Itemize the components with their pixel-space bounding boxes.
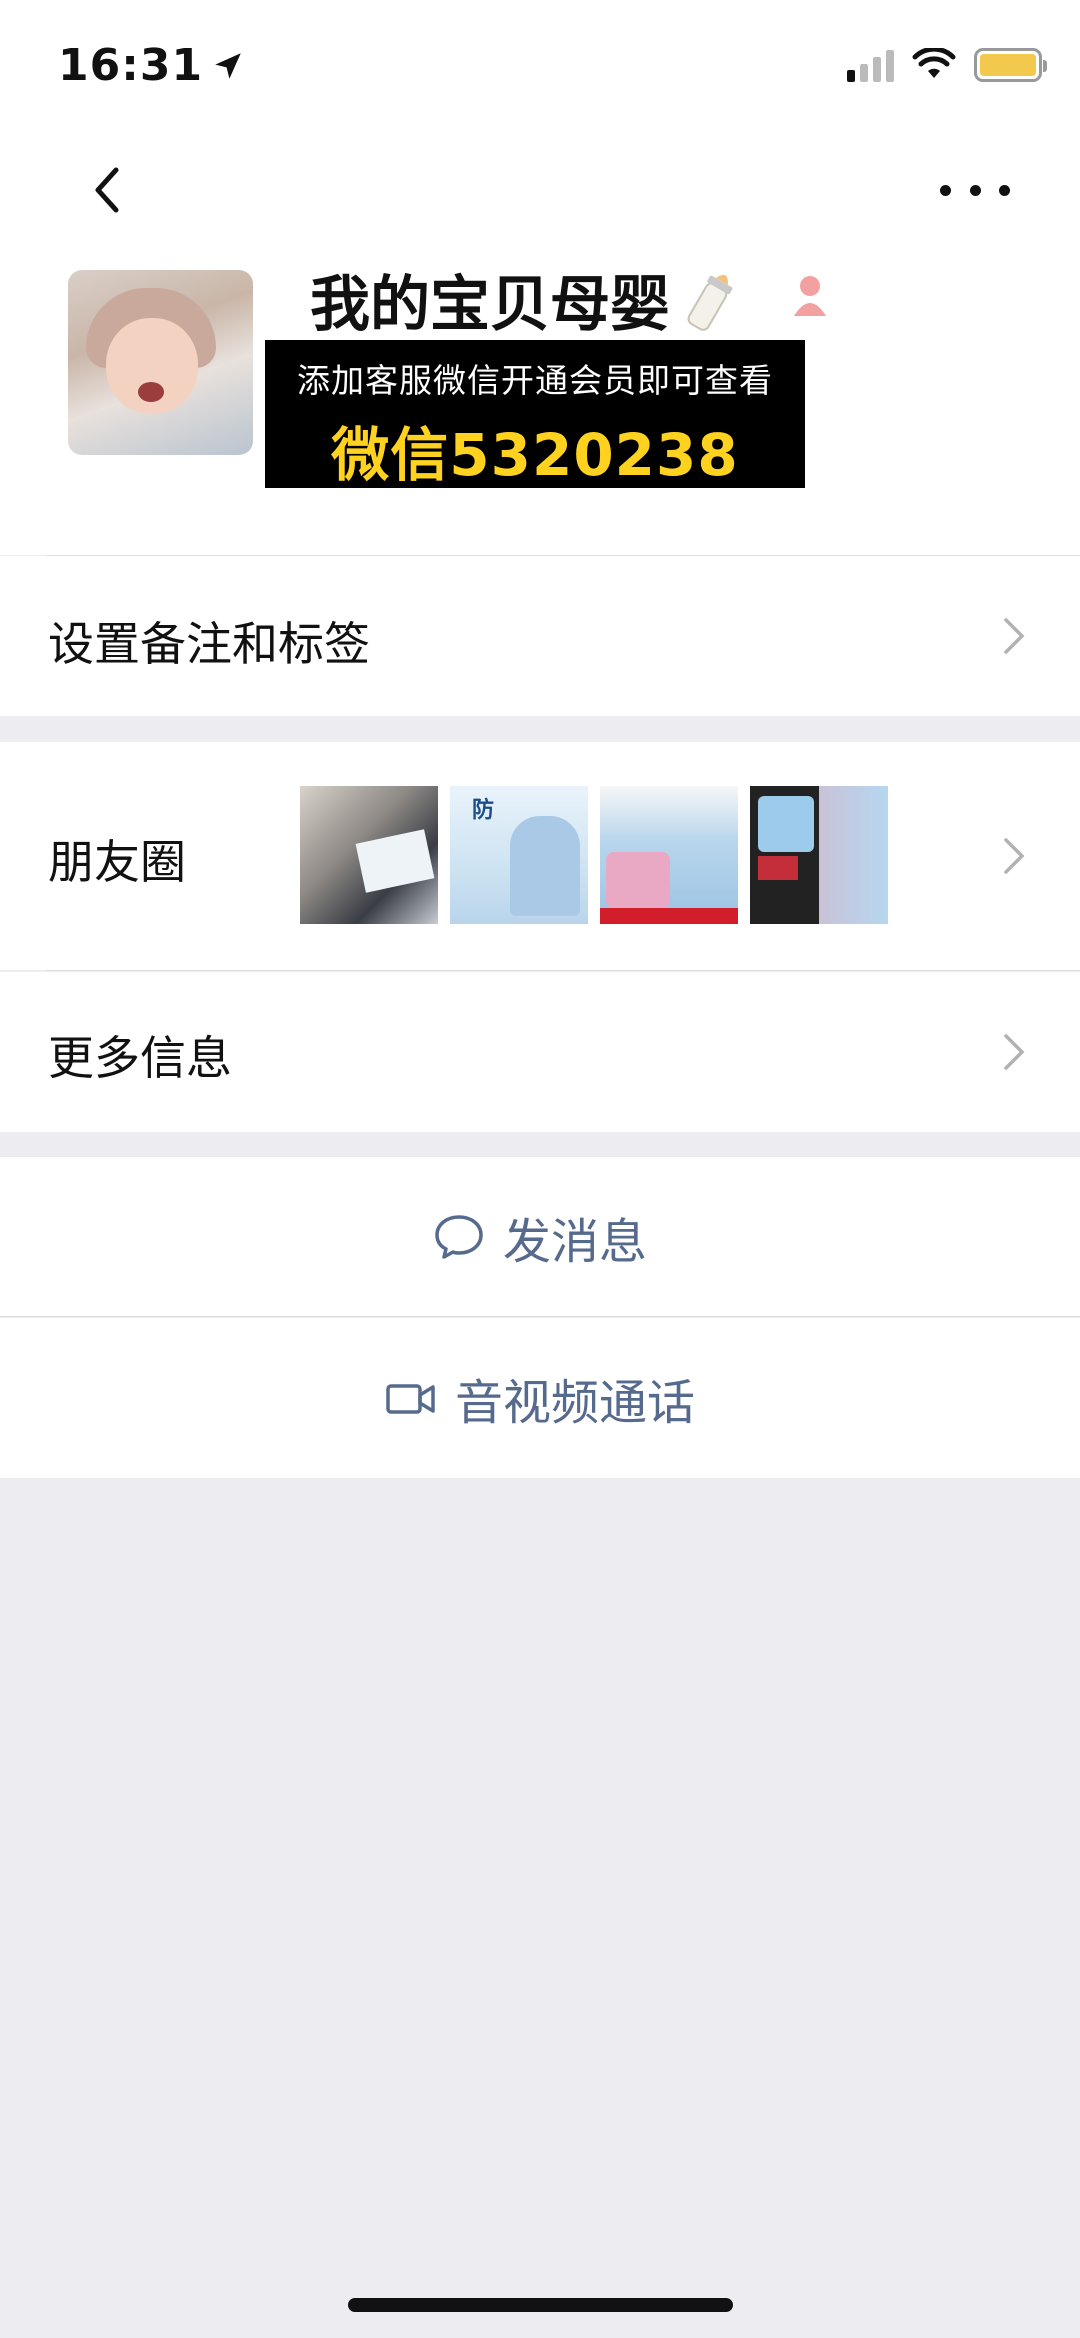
ellipsis-icon[interactable] xyxy=(940,170,1010,210)
chevron-right-icon xyxy=(1004,1034,1025,1070)
moments-thumbnails: 防 xyxy=(300,786,888,924)
more-info-label: 更多信息 xyxy=(48,1031,232,1085)
moments-thumbnail: 防 xyxy=(450,786,588,924)
promo-line1: 添加客服微信开通会员即可查看 xyxy=(297,361,773,400)
profile-header: 我的宝贝母婴 添加客服微信开通会员即可查看 微信5320238 xyxy=(0,250,1080,556)
moments-thumbnail xyxy=(750,786,888,924)
chevron-right-icon xyxy=(1004,618,1025,654)
status-indicators xyxy=(847,48,1047,82)
nickname-text: 我的宝贝母婴 xyxy=(310,270,670,340)
promo-banner: 添加客服微信开通会员即可查看 微信5320238 xyxy=(265,340,805,489)
chat-bubble-icon xyxy=(435,1215,483,1259)
baby-bottle-icon xyxy=(687,274,733,331)
location-arrow-icon xyxy=(215,52,241,79)
chevron-left-icon[interactable] xyxy=(80,160,140,220)
chevron-right-icon xyxy=(1004,838,1025,874)
time-text: 16:31 xyxy=(58,40,204,91)
wifi-icon xyxy=(912,48,956,78)
cellular-signal-icon xyxy=(847,48,894,82)
remark-and-tags-row[interactable]: 设置备注和标签 xyxy=(0,556,1080,716)
female-user-icon xyxy=(794,276,826,316)
more-info-row[interactable]: 更多信息 xyxy=(0,972,1080,1132)
moments-row[interactable]: 朋友圈 防 xyxy=(0,742,1080,970)
video-call-button[interactable]: 音视频通话 xyxy=(0,1318,1080,1478)
moments-thumbnail xyxy=(600,786,738,924)
video-call-label: 音视频通话 xyxy=(454,1375,695,1431)
avatar[interactable] xyxy=(68,270,253,455)
promo-line2: 微信5320238 xyxy=(331,421,739,489)
moments-thumbnail xyxy=(300,786,438,924)
send-message-label: 发消息 xyxy=(502,1214,647,1270)
moments-label: 朋友圈 xyxy=(48,835,186,889)
thumbnail-caption: 防 xyxy=(472,798,495,823)
status-time: 16:31 xyxy=(58,40,245,91)
nickname: 我的宝贝母婴 xyxy=(310,256,740,343)
send-message-button[interactable]: 发消息 xyxy=(0,1157,1080,1317)
battery-icon xyxy=(974,48,1047,82)
status-bar: 16:31 xyxy=(0,0,1080,130)
home-indicator[interactable] xyxy=(348,2298,733,2312)
divider xyxy=(46,970,1080,971)
divider xyxy=(0,1316,1080,1317)
remark-label: 设置备注和标签 xyxy=(48,617,370,671)
nav-bar xyxy=(0,130,1080,250)
video-camera-icon xyxy=(386,1384,435,1414)
